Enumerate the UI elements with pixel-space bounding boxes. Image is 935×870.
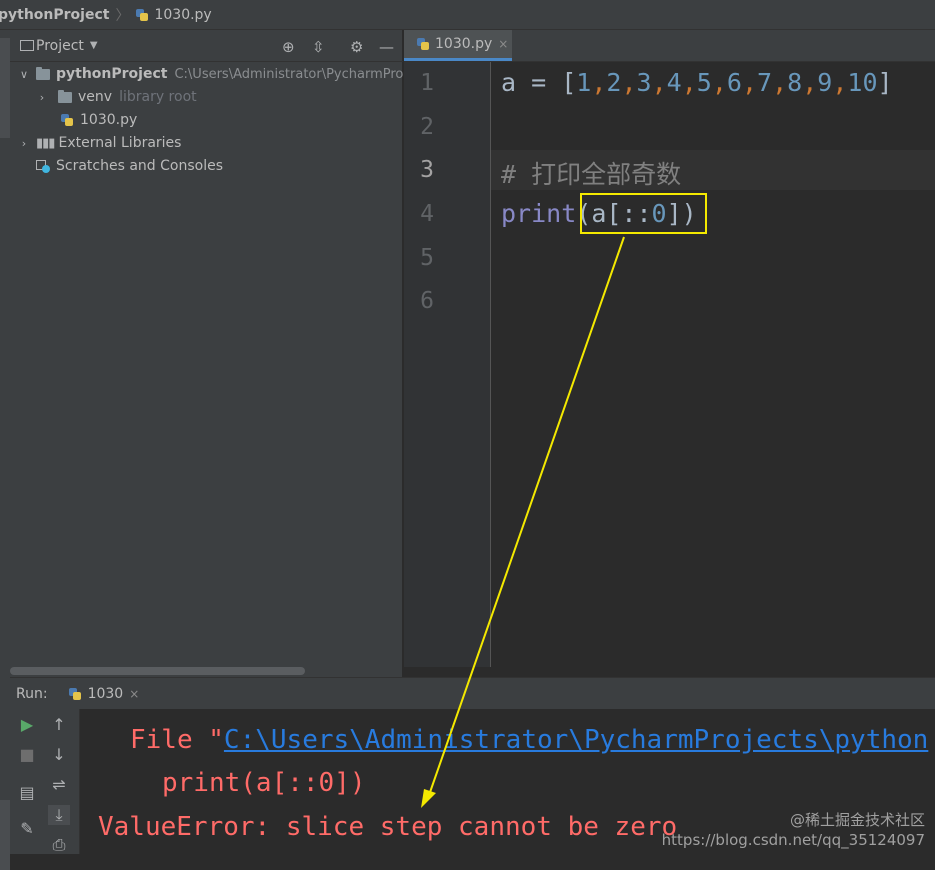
code-number: 9 <box>817 68 833 97</box>
close-icon[interactable]: × <box>129 687 139 701</box>
chevron-right-icon[interactable]: › <box>16 137 32 150</box>
chevron-down-icon[interactable]: ▼ <box>90 40 98 51</box>
soft-wrap-icon[interactable]: ⇌ <box>48 775 70 794</box>
tree-item-path: C:\Users\Administrator\PycharmPro <box>174 66 404 82</box>
code-token: a <box>501 68 517 97</box>
tree-item-label: 1030.py <box>80 112 138 128</box>
console-file-line: File "C:\Users\Administrator\PycharmProj… <box>130 725 928 755</box>
scroll-to-end-icon[interactable]: ⤓ <box>48 805 70 825</box>
code-number: 7 <box>757 68 773 97</box>
console-error-line: ValueError: slice step cannot be zero <box>98 812 678 842</box>
python-file-icon <box>416 37 430 51</box>
python-file-icon <box>135 8 149 22</box>
code-token: ] <box>877 68 893 97</box>
line-number: 6 <box>420 288 434 314</box>
tree-item-note: library root <box>119 89 197 105</box>
line-number-gutter: 1 2 3 4 5 6 <box>404 62 491 667</box>
tree-item-external-libraries[interactable]: › ▮▮▮ External Libraries <box>16 132 182 154</box>
line-number-current: 3 <box>420 157 434 183</box>
rerun-icon[interactable]: ▶ <box>16 715 38 734</box>
folder-icon <box>58 89 72 103</box>
tree-item-label: Scratches and Consoles <box>56 158 223 174</box>
code-number: 1 <box>576 68 592 97</box>
code-token: print <box>501 199 577 228</box>
tab-label: 1030.py <box>435 36 493 52</box>
scratches-icon <box>36 159 50 173</box>
line-number: 1 <box>420 70 434 96</box>
watermark-url: https://blog.csdn.net/qq_35124097 <box>661 831 925 849</box>
project-panel-header: Project ▼ ⊕ ⇳ ⚙ — <box>10 30 403 62</box>
line-number: 4 <box>420 201 434 227</box>
down-arrow-icon[interactable]: ↓ <box>48 745 70 764</box>
watermark: @稀土掘金技术社区 https://blog.csdn.net/qq_35124… <box>662 810 925 850</box>
code-number: 10 <box>847 68 878 97</box>
code-number: 5 <box>696 68 712 97</box>
chevron-right-icon[interactable]: › <box>34 91 50 104</box>
breadcrumb-separator: 〉 <box>115 7 130 24</box>
tree-item-venv[interactable]: › venv library root <box>34 86 197 108</box>
pin-icon[interactable]: ✎ <box>16 819 38 838</box>
code-number: 6 <box>726 68 742 97</box>
print-icon[interactable]: ⎙ <box>48 835 70 855</box>
project-view-selector[interactable]: Project <box>36 38 84 54</box>
line-number: 2 <box>420 114 434 140</box>
watermark-line: @稀土掘金技术社区 <box>789 811 925 829</box>
editor-tab-bar: 1030.py × <box>404 30 935 62</box>
horizontal-scrollbar[interactable] <box>10 667 305 675</box>
navigation-breadcrumb: pythonProject 〉 1030.py <box>0 0 935 30</box>
run-tab-label: 1030 <box>87 685 124 702</box>
folder-icon <box>36 66 50 80</box>
console-code-line: print(a[::0]) <box>162 768 366 798</box>
code-editor[interactable]: a = [1,2,3,4,5,6,7,8,9,10] # 打印全部奇数 prin… <box>491 62 935 667</box>
code-line-3: # 打印全部奇数 <box>501 160 682 189</box>
tab-run-1030[interactable]: 1030 × <box>68 685 139 702</box>
python-file-icon <box>60 113 74 127</box>
tree-item-label: pythonProject <box>56 66 168 82</box>
gear-icon[interactable]: ⚙ <box>350 38 363 56</box>
code-token: = [ <box>516 68 577 97</box>
code-number: 8 <box>787 68 803 97</box>
breadcrumb-file[interactable]: 1030.py <box>154 7 211 23</box>
tree-item-file[interactable]: 1030.py <box>60 109 137 131</box>
annotation-highlight-box <box>580 193 707 234</box>
project-view-icon <box>20 40 34 51</box>
stop-icon[interactable]: ■ <box>16 745 38 764</box>
tab-1030-py[interactable]: 1030.py × <box>404 30 512 61</box>
library-icon: ▮▮▮ <box>36 135 55 151</box>
structure-tool-tab[interactable] <box>0 800 10 870</box>
run-toolbar: ▶ ↑ ■ ↓ ⇌ ▤ ⤓ ✎ ⎙ <box>10 709 80 854</box>
up-arrow-icon[interactable]: ↑ <box>48 715 70 734</box>
run-label: Run: <box>16 685 48 702</box>
tree-item-label: venv <box>78 89 113 105</box>
collapse-all-icon[interactable]: ⇳ <box>312 38 325 56</box>
close-icon[interactable]: × <box>498 37 508 51</box>
code-number: 4 <box>666 68 682 97</box>
minimize-icon[interactable]: — <box>379 38 394 56</box>
tree-item-pythonproject[interactable]: ∨ pythonProject C:\Users\Administrator\P… <box>16 63 403 85</box>
line-number: 5 <box>420 245 434 271</box>
locate-icon[interactable]: ⊕ <box>282 38 295 56</box>
breadcrumb-project[interactable]: pythonProject <box>0 7 109 23</box>
chevron-down-icon[interactable]: ∨ <box>16 68 32 81</box>
layout-icon[interactable]: ▤ <box>16 783 38 802</box>
code-number: 2 <box>606 68 622 97</box>
run-panel-header: Run: 1030 × <box>10 677 935 709</box>
console-file-link[interactable]: C:\Users\Administrator\PycharmProjects\p… <box>224 725 928 755</box>
python-file-icon <box>68 687 82 701</box>
tree-item-label: External Libraries <box>58 135 182 151</box>
code-line-1: a = [1,2,3,4,5,6,7,8,9,10] <box>501 68 893 97</box>
code-number: 3 <box>636 68 652 97</box>
tree-item-scratches[interactable]: Scratches and Consoles <box>36 155 223 177</box>
project-tool-tab[interactable] <box>0 38 10 138</box>
project-tool-window: Project ▼ ⊕ ⇳ ⚙ — ∨ pythonProject C:\Use… <box>10 30 403 677</box>
console-file-prefix: File " <box>130 725 224 755</box>
